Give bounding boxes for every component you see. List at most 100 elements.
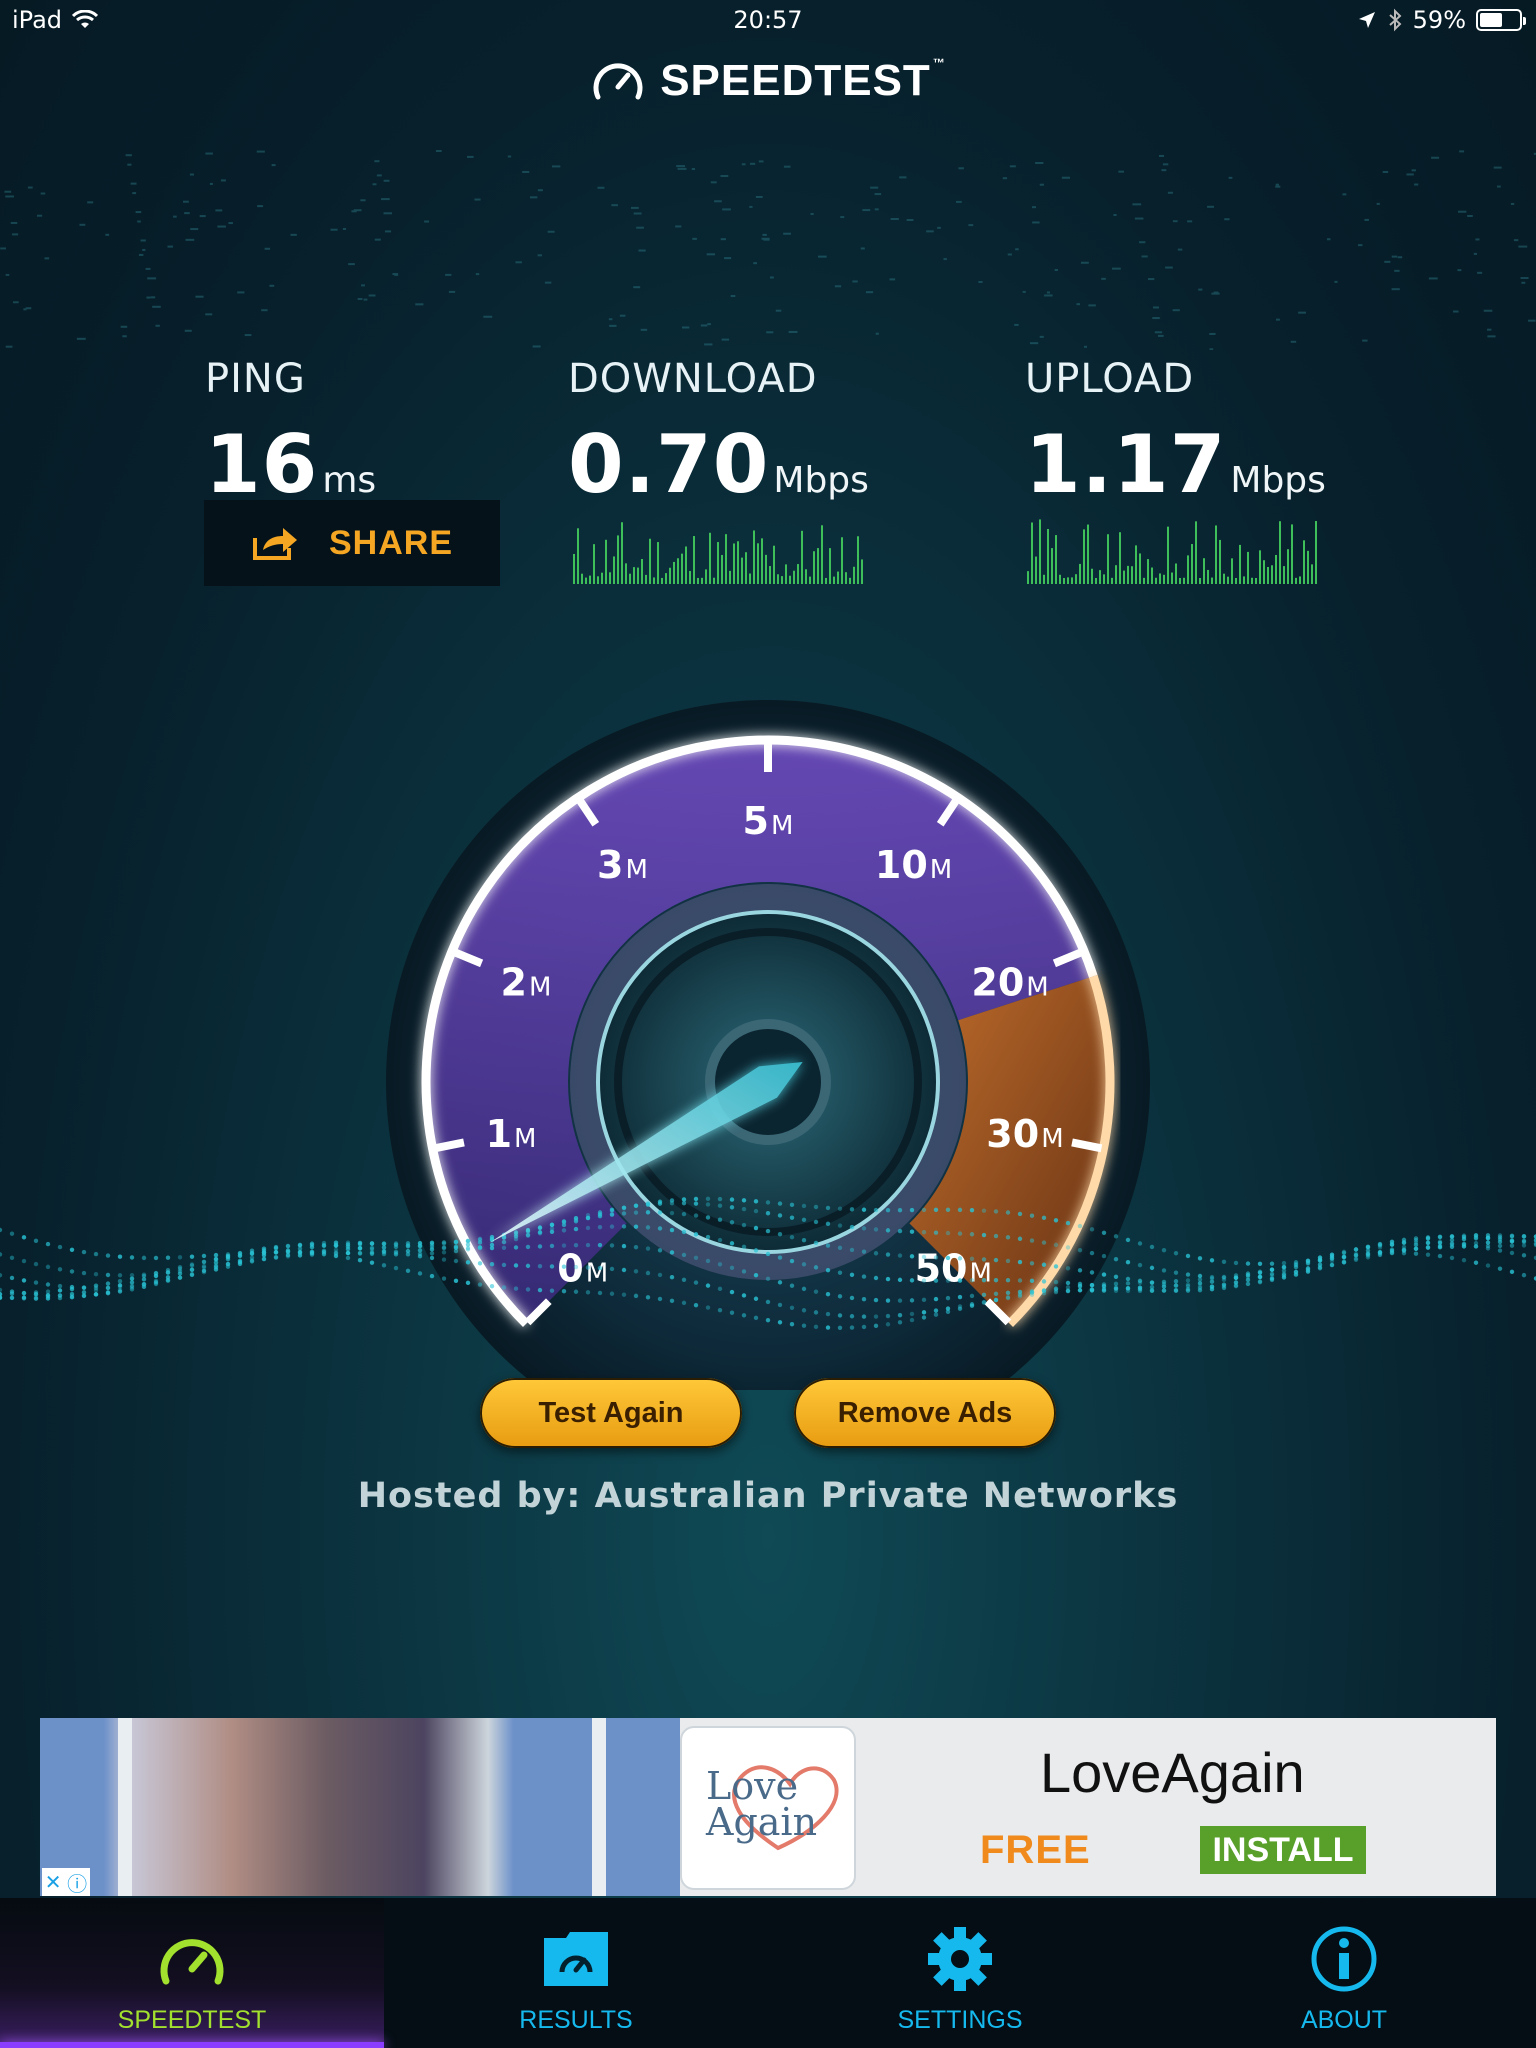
wave-dot	[1257, 1261, 1263, 1267]
bg-dot	[1167, 191, 1173, 194]
wave-dot	[645, 1295, 651, 1300]
tab-speedtest[interactable]: SPEEDTEST	[0, 1898, 384, 2048]
wave-dot	[801, 1308, 807, 1313]
ad-close-controls[interactable]: ✕ ⓘ	[42, 1868, 90, 1896]
wave-dot	[717, 1196, 723, 1202]
wave-dot	[621, 1292, 627, 1297]
wave-dot	[189, 1267, 195, 1273]
wave-dot	[1089, 1282, 1095, 1288]
wave-dot	[801, 1203, 807, 1209]
wave-dot	[129, 1255, 135, 1260]
wave-dot	[1317, 1262, 1323, 1267]
wave-dot	[753, 1248, 759, 1253]
wave-dot	[561, 1243, 567, 1248]
bg-dot	[862, 209, 871, 212]
ad-info-icon[interactable]: ⓘ	[67, 1868, 87, 1897]
wave-dot	[1233, 1273, 1239, 1278]
wave-dot	[1197, 1285, 1203, 1291]
bg-dot	[135, 211, 142, 214]
wave-dot	[1005, 1290, 1011, 1296]
bg-dot	[906, 219, 914, 222]
wave-dot	[453, 1258, 459, 1264]
bg-dot	[783, 165, 791, 168]
bg-dot	[5, 195, 14, 198]
wave-dot	[1125, 1237, 1131, 1243]
wave-dot	[585, 1242, 591, 1248]
bg-dot	[1035, 161, 1044, 164]
wave-dot	[441, 1276, 447, 1281]
wave-dot	[1461, 1257, 1467, 1263]
share-button[interactable]: SHARE	[204, 500, 500, 586]
wave-dot	[729, 1241, 735, 1246]
wave-dot	[189, 1254, 195, 1259]
tab-results[interactable]: RESULTS	[384, 1898, 768, 2048]
gauge-tick-unit: M	[771, 811, 793, 841]
wave-dot	[909, 1311, 915, 1317]
wave-dot	[177, 1265, 183, 1270]
bg-dot	[1111, 267, 1121, 270]
wave-dot	[261, 1250, 267, 1255]
bg-dot	[1022, 290, 1026, 293]
wave-dot	[1341, 1254, 1347, 1260]
wave-dot	[1377, 1251, 1383, 1256]
wave-dot	[753, 1199, 759, 1204]
wave-dot	[513, 1286, 519, 1291]
wave-dot	[417, 1271, 423, 1276]
wave-dot	[1209, 1284, 1215, 1289]
wave-dot	[657, 1272, 663, 1278]
wave-dot	[369, 1241, 375, 1246]
tab-about[interactable]: ABOUT	[1152, 1898, 1536, 2048]
wave-dot	[1089, 1227, 1095, 1232]
ad-install-button[interactable]: INSTALL	[1200, 1826, 1366, 1874]
bg-dot	[608, 318, 613, 321]
wave-dot	[1149, 1265, 1155, 1271]
wave-dot	[537, 1287, 543, 1293]
wave-dot	[621, 1243, 627, 1249]
bg-dot	[978, 280, 983, 283]
upload-value-row: 1.17 Mbps	[1025, 418, 1326, 511]
bg-dot	[132, 192, 137, 195]
wave-dot	[357, 1250, 363, 1255]
wave-dot	[765, 1317, 771, 1323]
bg-dot	[1334, 280, 1338, 283]
wave-dot	[1053, 1218, 1059, 1223]
wave-dot	[1221, 1259, 1227, 1265]
bg-dot	[256, 150, 265, 153]
download-sparkline	[573, 522, 863, 584]
wave-dot	[309, 1242, 315, 1248]
wave-dot	[1029, 1278, 1035, 1284]
wave-dot	[429, 1273, 435, 1279]
bg-dot	[1198, 288, 1203, 291]
ad-banner[interactable]: Love Again LoveAgain FREE INSTALL ✕ ⓘ	[40, 1718, 1496, 1896]
wave-dot	[513, 1230, 519, 1235]
status-time: 20:57	[733, 6, 803, 34]
wave-dot	[705, 1258, 711, 1264]
bg-dot	[205, 152, 213, 155]
remove-ads-button[interactable]: Remove Ads	[794, 1378, 1056, 1448]
wave-dot	[213, 1265, 219, 1270]
wave-dot	[285, 1243, 291, 1249]
wave-dot	[1257, 1269, 1263, 1274]
bg-dot	[750, 162, 756, 165]
ad-close-icon[interactable]: ✕	[45, 1870, 62, 1894]
test-again-button[interactable]: Test Again	[480, 1378, 742, 1448]
wave-dot	[849, 1224, 855, 1230]
wave-dot	[837, 1245, 843, 1251]
bg-dot	[1014, 323, 1019, 326]
wave-dot	[45, 1289, 51, 1294]
wave-dot	[945, 1207, 951, 1212]
wave-dot	[1005, 1210, 1011, 1215]
upload-label: UPLOAD	[1025, 356, 1195, 402]
wave-dot	[465, 1245, 471, 1251]
wave-dot	[573, 1289, 579, 1294]
wave-dot	[1065, 1220, 1071, 1226]
wave-dot	[933, 1312, 939, 1317]
wave-dot	[933, 1296, 939, 1302]
wave-dot	[549, 1264, 555, 1269]
bg-dot	[1039, 183, 1044, 186]
wave-dot	[69, 1247, 75, 1252]
tab-settings[interactable]: SETTINGS	[768, 1898, 1152, 2048]
wave-dot	[1101, 1286, 1107, 1292]
wave-dot	[1485, 1246, 1491, 1251]
bg-dot	[1467, 214, 1473, 217]
